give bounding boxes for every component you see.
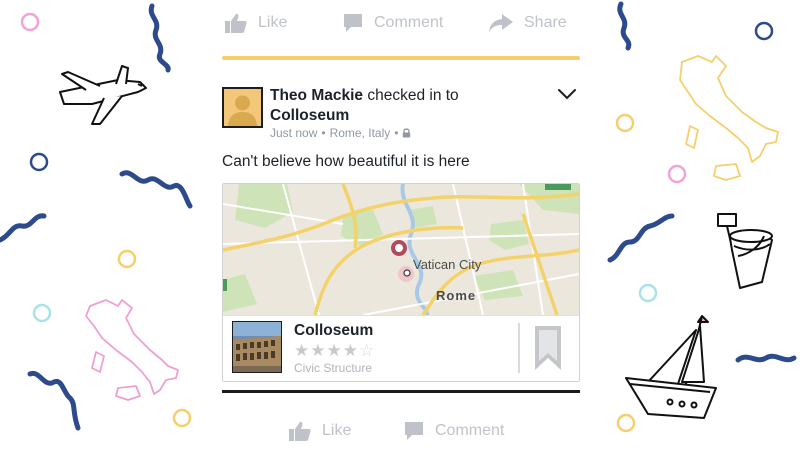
navy-circle <box>29 152 49 172</box>
meta-dot: • <box>394 126 399 140</box>
thumbs-up-icon <box>289 421 311 441</box>
place-category: Civic Structure <box>294 361 373 375</box>
star-icon[interactable]: ★ <box>310 341 326 360</box>
post-footer-divider <box>222 390 580 393</box>
yellow-circle <box>616 413 636 433</box>
place-link[interactable]: Colloseum <box>270 107 349 124</box>
share-button[interactable]: Share <box>488 13 567 33</box>
navy-squiggle <box>607 213 675 263</box>
map-preview[interactable]: Vatican City Rome <box>223 184 579 315</box>
sailboat-doodle <box>625 315 717 419</box>
author-name[interactable]: Theo Mackie <box>270 87 363 104</box>
post-headline: Theo Mackie checked in to Colloseum <box>270 86 530 126</box>
comment-label: Comment <box>435 422 505 439</box>
post-header: Theo Mackie checked in to Colloseum Just… <box>222 86 580 142</box>
share-label: Share <box>524 14 567 31</box>
like-label: Like <box>322 422 352 439</box>
post-actions: Like Comment <box>222 411 580 451</box>
star-icon[interactable]: ★ <box>327 341 343 360</box>
previous-post-actions: Like Comment Share <box>222 3 580 43</box>
star-icon[interactable]: ★ <box>294 341 310 360</box>
navy-squiggle <box>617 1 632 51</box>
navy-squiggle <box>0 213 47 243</box>
checkin-verb: checked in to <box>367 87 459 104</box>
comment-button[interactable]: Comment <box>403 420 504 442</box>
cyan-circle <box>638 283 658 303</box>
checkin-card[interactable]: Vatican City Rome Colloseum ★★★★☆ Civic … <box>222 183 580 382</box>
yellow-circle <box>615 113 635 133</box>
star-outline-icon[interactable]: ☆ <box>359 341 375 360</box>
comment-button[interactable]: Comment <box>342 12 443 34</box>
navy-squiggle <box>148 3 171 73</box>
navy-squiggle <box>735 353 797 363</box>
thumbs-up-icon <box>225 13 247 33</box>
colosseum-photo <box>233 322 281 372</box>
meta-dot: • <box>321 126 326 140</box>
italy-outline-pink <box>85 299 179 401</box>
comment-label: Comment <box>374 14 444 31</box>
speech-bubble-icon <box>405 422 423 440</box>
map-label-vatican-city: Vatican City <box>413 257 482 272</box>
yellow-circle <box>117 249 137 269</box>
post-separator <box>222 56 580 60</box>
place-thumbnail[interactable] <box>232 321 282 373</box>
map-label-rome: Rome <box>436 288 477 303</box>
navy-squiggle <box>27 370 81 431</box>
navy-circle <box>754 21 774 41</box>
yellow-circle <box>172 408 192 428</box>
post-location[interactable]: Rome, Italy <box>330 126 391 140</box>
vertical-divider <box>518 323 520 373</box>
person-silhouette-icon <box>224 89 261 126</box>
pink-circle <box>667 164 687 184</box>
like-button[interactable]: Like <box>288 420 351 442</box>
map-graphic <box>223 184 579 315</box>
cyan-circle <box>32 303 52 323</box>
bookmark-icon[interactable] <box>534 325 562 371</box>
status-text: Can't believe how beautiful it is here <box>222 153 470 170</box>
place-name[interactable]: Colloseum <box>294 322 373 340</box>
airplane-doodle <box>59 65 147 125</box>
navy-squiggle <box>119 170 193 209</box>
post-time[interactable]: Just now <box>270 126 317 140</box>
feed-column: Like Comment Share Theo Mackie checked i… <box>222 0 580 450</box>
speech-bubble-icon <box>344 14 362 32</box>
like-label: Like <box>258 14 288 31</box>
star-icon[interactable]: ★ <box>343 341 359 360</box>
post-meta: Just now • Rome, Italy • <box>270 126 411 140</box>
pink-circle <box>20 12 40 32</box>
bucket-spade-doodle <box>717 213 773 289</box>
chevron-down-icon[interactable] <box>557 88 577 100</box>
share-arrow-icon <box>489 14 513 32</box>
like-button[interactable]: Like <box>224 12 287 34</box>
lock-icon[interactable] <box>402 128 411 138</box>
star-rating[interactable]: ★★★★☆ <box>294 341 375 361</box>
avatar[interactable] <box>222 87 263 128</box>
place-info[interactable]: Colloseum ★★★★☆ Civic Structure <box>223 315 579 381</box>
italy-outline-yellow <box>679 55 779 181</box>
